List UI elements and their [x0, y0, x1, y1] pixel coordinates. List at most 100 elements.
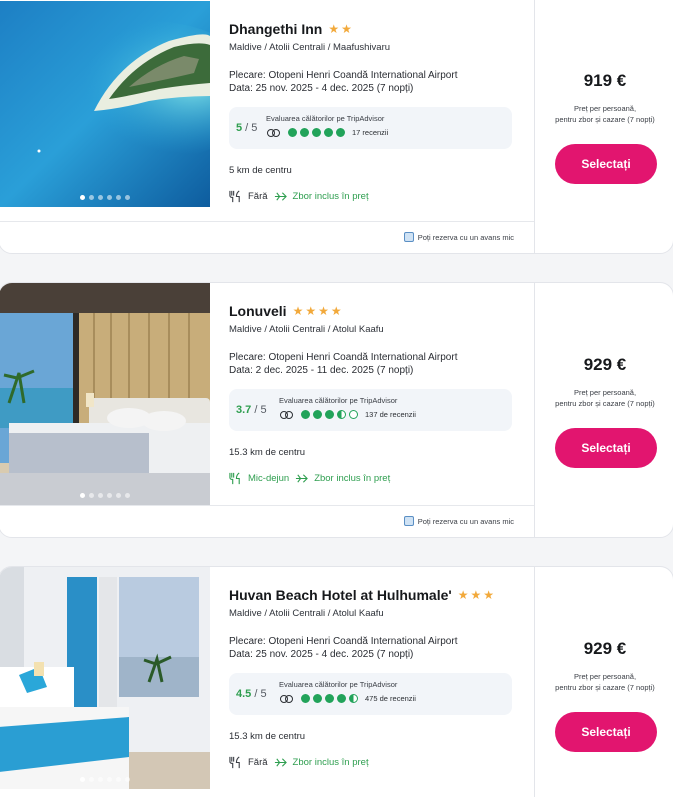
carousel-dot[interactable]	[115, 195, 121, 200]
tripadvisor-rating: 5 / 5 Evaluarea călătorilor pe TripAdvis…	[229, 107, 512, 149]
amenities: Mic-dejun Zbor inclus în preț	[229, 472, 529, 485]
photo-carousel-dots[interactable]	[0, 493, 210, 498]
price-note-line: Preț per persoană,	[573, 388, 637, 397]
cutlery-icon	[229, 190, 242, 203]
amenities: Fără Zbor inclus în preț	[229, 756, 529, 769]
carousel-dot[interactable]	[79, 777, 85, 782]
price-panel: 929 € Preț per persoană, pentru zbor și …	[534, 567, 673, 797]
tripadvisor-icon	[280, 410, 293, 419]
select-button[interactable]: Selectați	[555, 428, 657, 468]
select-button[interactable]: Selectați	[555, 712, 657, 752]
price-note: Preț per persoană, pentru zbor și cazare…	[535, 671, 673, 693]
hotel-card: Dhangethi Inn ★★ Maldive / Atolii Centra…	[0, 0, 673, 254]
carousel-dot[interactable]	[79, 195, 85, 200]
carousel-dot[interactable]	[88, 493, 94, 498]
departure-airport: Plecare: Otopeni Henri Coandă Internatio…	[229, 352, 458, 363]
rating-score: 4.5 / 5	[236, 688, 267, 700]
carousel-dot[interactable]	[106, 195, 112, 200]
rating-bubble-icon	[312, 128, 321, 137]
price-note: Preț per persoană, pentru zbor și cazare…	[535, 387, 673, 409]
rating-bubbles: 137 de recenzii	[280, 410, 416, 419]
carousel-dot[interactable]	[106, 777, 112, 782]
travel-dates: Data: 25 nov. 2025 - 4 dec. 2025 (7 nopț…	[229, 649, 414, 660]
cutlery-icon	[229, 472, 242, 485]
deposit-note-text: Poți rezerva cu un avans mic	[417, 516, 514, 526]
deposit-note: Poți rezerva cu un avans mic	[403, 232, 514, 242]
flight-included: Zbor inclus în preț	[292, 191, 369, 202]
photo-carousel-dots[interactable]	[0, 195, 210, 200]
plane-icon	[274, 190, 287, 203]
select-button[interactable]: Selectați	[555, 144, 657, 184]
hotel-room-photo	[0, 283, 210, 505]
hotel-photo[interactable]	[0, 1, 210, 207]
price: 929 €	[583, 355, 627, 374]
hotel-name[interactable]: Dhangethi Inn	[229, 21, 322, 37]
tripadvisor-icon	[280, 694, 293, 703]
hotel-name[interactable]: Lonuveli	[229, 303, 287, 319]
rating-bubble-icon	[313, 410, 322, 419]
rating-bubble-icon	[324, 128, 333, 137]
tripadvisor-label: Evaluarea călătorilor pe TripAdvisor	[266, 114, 385, 123]
carousel-dot[interactable]	[79, 493, 85, 498]
review-count[interactable]: 137 de recenzii	[365, 410, 416, 419]
card-footer: Poți rezerva cu un avans mic	[0, 505, 534, 537]
price: 929 €	[583, 639, 627, 658]
rating-bubble-icon	[325, 410, 334, 419]
carousel-dot[interactable]	[97, 777, 103, 782]
carousel-dot[interactable]	[88, 777, 94, 782]
hotel-room-photo	[0, 567, 210, 789]
hotel-info: Huvan Beach Hotel at Hulhumale' ★★★ Mald…	[229, 587, 529, 769]
departure-airport: Plecare: Otopeni Henri Coandă Internatio…	[229, 70, 458, 81]
rating-bubble-icon	[301, 410, 310, 419]
flight-included: Zbor inclus în preț	[314, 473, 391, 484]
rating-bubble-icon	[349, 410, 358, 419]
meal-plan: Fără	[248, 757, 268, 768]
rating-bubble-icon	[300, 128, 309, 137]
rating-score: 5 / 5	[236, 122, 258, 134]
cutlery-icon	[229, 756, 242, 769]
plane-icon	[274, 756, 287, 769]
plane-icon	[295, 472, 309, 485]
price-note-line: Preț per persoană,	[573, 104, 637, 113]
price-note-line: Preț per persoană,	[573, 672, 637, 681]
carousel-dot[interactable]	[88, 195, 94, 200]
hotel-info: Lonuveli ★★★★ Maldive / Atolii Centrali …	[229, 303, 529, 485]
rating-bubble-icon	[337, 694, 346, 703]
card-footer: Poți rezerva cu un avans mic	[0, 221, 534, 253]
rating-bubble-icon	[349, 694, 358, 703]
distance-to-center: 15.3 km de centru	[229, 731, 306, 742]
travel-dates: Data: 2 dec. 2025 - 11 dec. 2025 (7 nopț…	[229, 365, 414, 376]
carousel-dot[interactable]	[115, 777, 121, 782]
photo-carousel-dots[interactable]	[0, 777, 210, 782]
tripadvisor-rating: 3.7 / 5 Evaluarea călătorilor pe TripAdv…	[229, 389, 512, 431]
hotel-info: Dhangethi Inn ★★ Maldive / Atolii Centra…	[229, 21, 529, 203]
hotel-photo[interactable]	[0, 567, 210, 789]
carousel-dot[interactable]	[97, 195, 103, 200]
review-count[interactable]: 475 de recenzii	[365, 694, 416, 703]
tripadvisor-label: Evaluarea călătorilor pe TripAdvisor	[279, 680, 398, 689]
carousel-dot[interactable]	[124, 195, 130, 200]
hotel-name[interactable]: Huvan Beach Hotel at Hulhumale'	[229, 587, 452, 603]
price-note-line: pentru zbor și cazare (7 nopți)	[555, 115, 655, 124]
carousel-dot[interactable]	[124, 777, 130, 782]
carousel-dot[interactable]	[124, 493, 130, 498]
price-note-line: pentru zbor și cazare (7 nopți)	[555, 399, 655, 408]
deposit-note: Poți rezerva cu un avans mic	[403, 516, 514, 526]
hotel-photo[interactable]	[0, 283, 210, 505]
flight-included: Zbor inclus în preț	[292, 757, 369, 768]
carousel-dot[interactable]	[106, 493, 112, 498]
amenities: Fără Zbor inclus în preț	[229, 190, 529, 203]
carousel-dot[interactable]	[97, 493, 103, 498]
rating-bubble-icon	[313, 694, 322, 703]
carousel-dot[interactable]	[115, 493, 121, 498]
tripadvisor-rating: 4.5 / 5 Evaluarea călătorilor pe TripAdv…	[229, 673, 512, 715]
review-count[interactable]: 17 recenzii	[352, 128, 388, 137]
deposit-icon	[403, 232, 414, 242]
deposit-icon	[403, 516, 414, 526]
star-rating: ★★	[328, 22, 354, 36]
travel-dates: Data: 25 nov. 2025 - 4 dec. 2025 (7 nopț…	[229, 83, 414, 94]
tripadvisor-icon	[267, 128, 280, 137]
star-rating: ★★★★	[292, 304, 344, 318]
distance-to-center: 15.3 km de centru	[229, 447, 306, 458]
rating-bubble-icon	[288, 128, 297, 137]
